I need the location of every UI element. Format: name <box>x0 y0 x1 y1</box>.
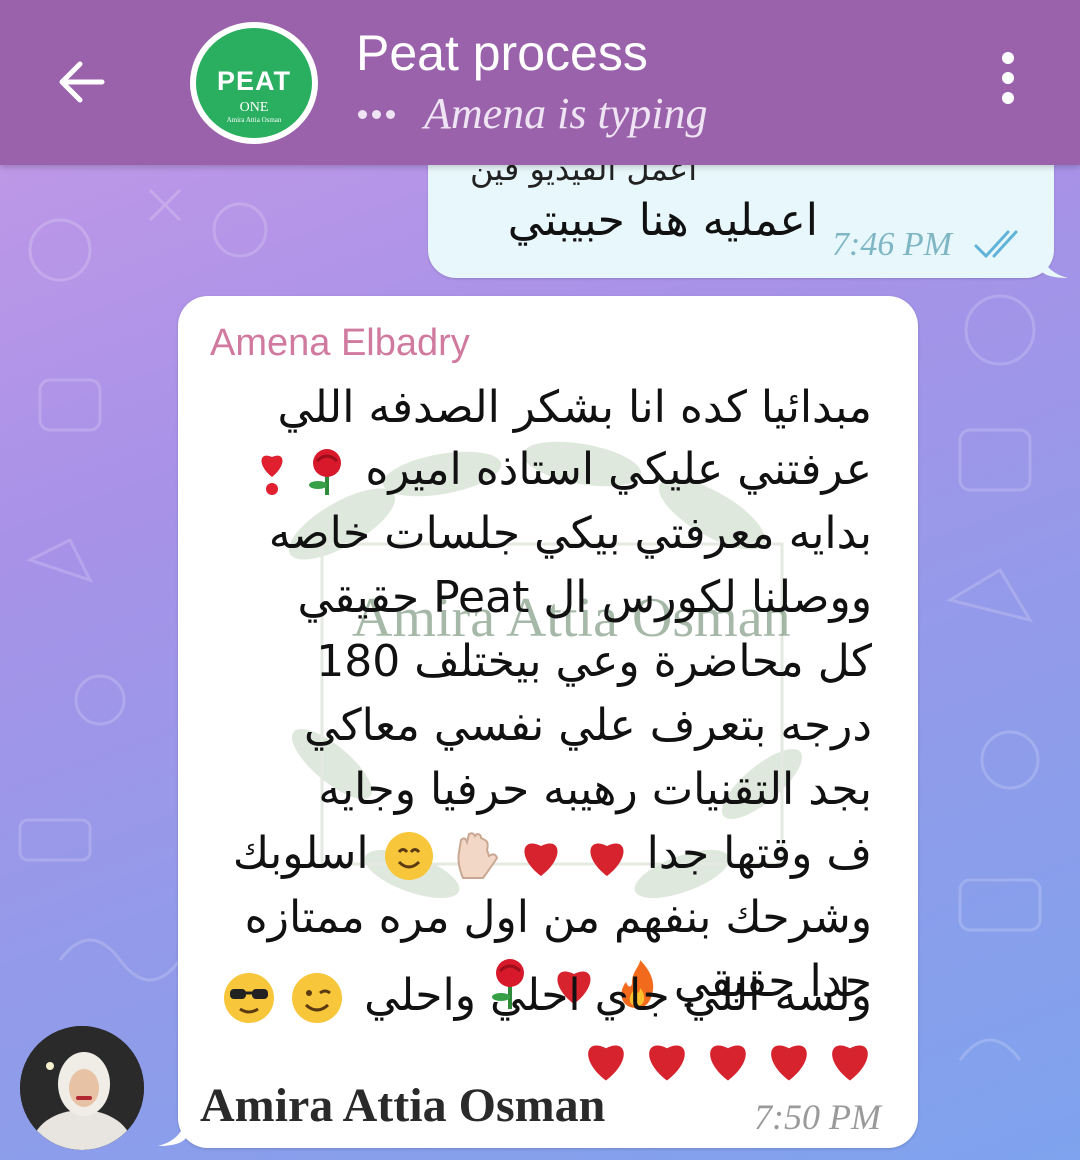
logo-text: PEAT <box>216 66 291 96</box>
message-line: مبدائيا كده انا بشكر الصدفه اللي <box>277 382 872 433</box>
group-avatar[interactable]: PEAT ONE Amira Attia Osman <box>190 22 318 144</box>
heart-emoji-icon <box>832 1045 869 1081</box>
more-vertical-icon[interactable] <box>990 52 1026 112</box>
message-line: بجد التقنيات رهيبه حرفيا وجايه <box>318 764 872 815</box>
smiling-face-emoji-icon <box>384 832 433 880</box>
winking-face-emoji-icon <box>292 973 342 1023</box>
chat-title[interactable]: Peat process <box>356 24 648 82</box>
message-time: 7:46 PM <box>832 226 952 263</box>
outgoing-message-text: اعمليه هنا حبيبتي <box>507 195 818 246</box>
heart-emoji-icon <box>524 843 558 876</box>
message-line-text: عرفتني عليكي استاذه اميره <box>365 444 872 495</box>
typing-indicator-icon <box>358 104 400 123</box>
bubble-tail <box>158 1118 186 1146</box>
message-line-text: ف وقتها جدا <box>646 828 872 879</box>
bubble-tail <box>1040 250 1068 278</box>
typing-status: Amena is typing <box>424 89 708 138</box>
message-line: ولسه اللي جاي احلي واحلي <box>364 970 872 1021</box>
heart-emoji-icon <box>771 1045 808 1081</box>
message-line-text: اسلوبك <box>232 828 369 879</box>
message-line: بدايه معرفتي بيكي جلسات خاصه <box>268 508 872 559</box>
message-line: درجه بتعرف علي نفسي معاكي <box>304 700 872 751</box>
exclamation-heart-emoji-icon <box>261 455 283 495</box>
logo-subtext: ONE <box>239 100 269 115</box>
raised-hand-emoji-icon <box>457 832 498 879</box>
message-line: ووصلنا لكورس ال Peat حقيقي <box>297 572 872 623</box>
emoji-group <box>222 966 344 1026</box>
sunglasses-face-emoji-icon <box>224 973 274 1023</box>
message-line-with-emoji: ف وقتها جدا اسلوبك <box>233 824 872 884</box>
message-line: وشرحك بنفهم من اول مره ممتازه <box>244 892 872 943</box>
hearts-emoji-row <box>578 1032 878 1086</box>
heart-emoji-icon <box>649 1045 685 1081</box>
logo-owner: Amira Attia Osman <box>226 116 282 124</box>
heart-emoji-icon <box>710 1045 746 1081</box>
heart-emoji-icon <box>590 843 624 876</box>
arrow-left-icon[interactable] <box>52 52 112 112</box>
sender-name[interactable]: Amena Elbadry <box>210 322 470 365</box>
chat-header: PEAT ONE Amira Attia Osman Peat process … <box>0 0 1080 165</box>
message-time: 7:50 PM <box>754 1097 881 1137</box>
avatar-photo <box>20 1026 144 1150</box>
double-check-icon <box>974 230 1018 259</box>
rose-emoji-icon <box>309 449 342 495</box>
signature-text: Amira Attia Osman <box>200 1079 606 1132</box>
sender-avatar[interactable] <box>20 1026 144 1150</box>
message-line: كل محاضرة وعي بيختلف 180 <box>316 636 872 687</box>
message-line-with-emoji: عرفتني عليكي استاذه اميره <box>255 440 872 500</box>
